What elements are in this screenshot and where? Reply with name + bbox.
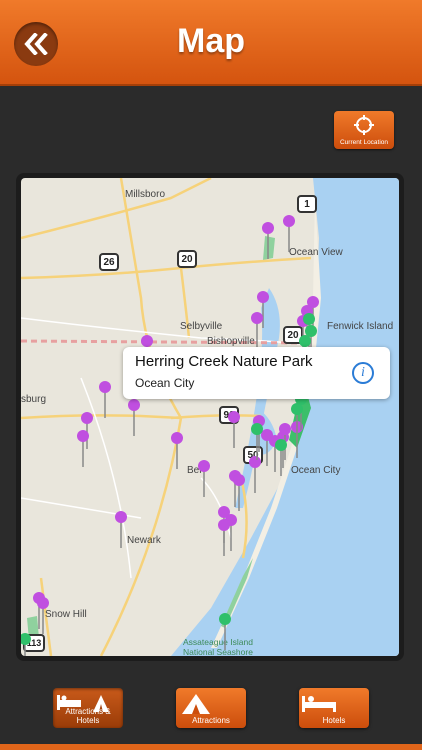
tab-attractions-hotels[interactable]: Attractions & Hotels	[53, 688, 123, 728]
attraction-pin-icon[interactable]	[232, 473, 246, 513]
attraction-pin-icon[interactable]	[36, 596, 50, 636]
page-title: Map	[177, 22, 245, 60]
info-icon[interactable]: i	[352, 362, 374, 384]
map-callout[interactable]: Herring Creek Nature Park Ocean City i	[123, 347, 390, 399]
park-pin-icon[interactable]	[218, 612, 232, 652]
park-pin-icon[interactable]	[21, 632, 32, 656]
park-pin-icon[interactable]	[250, 422, 264, 462]
attraction-pin-icon[interactable]	[217, 518, 231, 558]
current-location-label: Current Location	[339, 139, 389, 146]
map-frame: Millsboro Ocean View Selbyville Bishopvi…	[16, 173, 404, 661]
attraction-pin-icon[interactable]	[282, 214, 296, 254]
tab-label: Attractions	[192, 716, 230, 725]
tab-attractions[interactable]: Attractions	[176, 688, 246, 728]
tab-label: Attractions & Hotels	[65, 707, 111, 725]
attraction-pin-icon[interactable]	[261, 221, 275, 261]
place-label: Ocean City	[291, 465, 341, 476]
attraction-pin-icon[interactable]	[114, 510, 128, 550]
place-label: Ocean View	[289, 247, 343, 258]
place-label: Selbyville	[180, 321, 223, 332]
attraction-pin-icon[interactable]	[250, 311, 264, 351]
route-shield: 20	[177, 250, 197, 268]
map-view[interactable]: Millsboro Ocean View Selbyville Bishopvi…	[21, 178, 399, 656]
park-pin-icon[interactable]	[290, 402, 304, 442]
attraction-pin-icon[interactable]	[227, 410, 241, 450]
tent-icon	[182, 694, 210, 714]
attraction-pin-icon[interactable]	[76, 429, 90, 469]
place-label: Bishopville	[207, 336, 255, 347]
attraction-pin-icon[interactable]	[98, 380, 112, 420]
tab-label: Hotels	[322, 716, 346, 725]
attraction-pin-icon[interactable]	[170, 431, 184, 471]
place-label: Fenwick Island	[327, 321, 394, 332]
header-bar: Map	[0, 0, 422, 86]
place-label: Snow Hill	[45, 609, 87, 620]
bed-icon	[302, 696, 336, 712]
place-label: Millsboro	[125, 189, 166, 200]
attraction-pin-icon[interactable]	[197, 459, 211, 499]
place-label: sburg	[21, 394, 47, 405]
callout-subtitle: Ocean City	[135, 376, 195, 390]
bottom-accent-bar	[0, 744, 422, 750]
route-shield: 1	[297, 195, 317, 213]
current-location-button[interactable]: Current Location	[334, 111, 394, 149]
place-label: Newark	[127, 535, 161, 546]
tab-hotels[interactable]: Hotels	[299, 688, 369, 728]
attraction-pin-icon[interactable]	[127, 398, 141, 438]
route-shield: 26	[99, 253, 119, 271]
crosshair-icon	[354, 115, 374, 135]
callout-title: Herring Creek Nature Park	[135, 353, 313, 370]
park-pin-icon[interactable]	[274, 438, 288, 478]
